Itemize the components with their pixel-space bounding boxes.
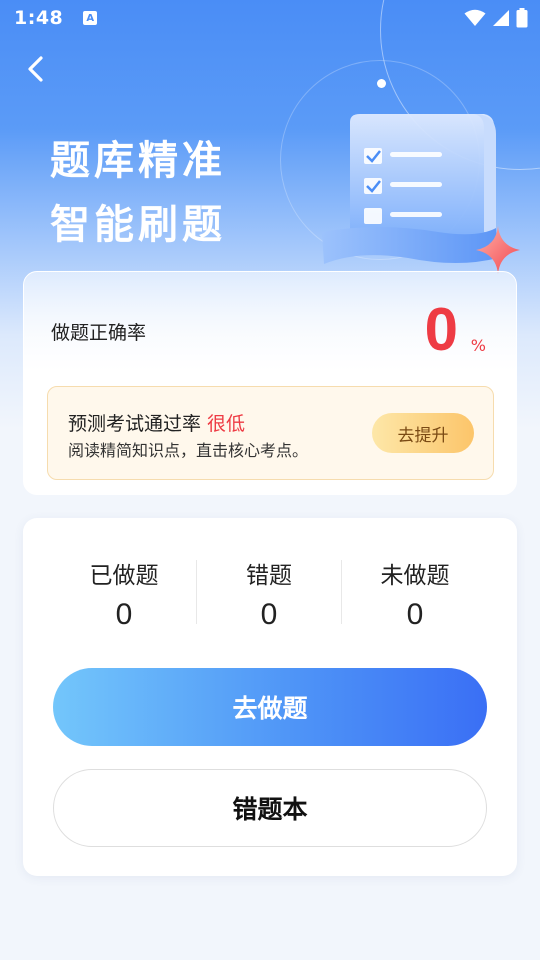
battery-icon: [516, 8, 528, 28]
status-icons: [464, 8, 528, 28]
stat-done: 已做题 0: [49, 556, 199, 632]
practice-stats-card: 已做题 0 错题 0 未做题 0 去做题 错题本: [23, 518, 517, 876]
start-practice-button[interactable]: 去做题: [53, 668, 487, 746]
improve-button[interactable]: 去提升: [372, 413, 474, 453]
status-bar: 1:48 A: [0, 0, 540, 36]
stat-value: 0: [115, 598, 133, 631]
notification-icon: A: [83, 11, 98, 25]
stat-value: 0: [406, 598, 424, 631]
prediction-level: 很低: [207, 413, 246, 435]
accuracy-label: 做题正确率: [51, 322, 147, 344]
pass-rate-prediction: 预测考试通过率 很低 阅读精简知识点，直击核心考点。 去提升: [47, 386, 494, 480]
decor-dot: [377, 79, 386, 88]
wrong-questions-button[interactable]: 错题本: [53, 769, 487, 847]
prediction-line: 预测考试通过率 很低: [68, 409, 245, 436]
back-button[interactable]: [22, 52, 52, 86]
back-arrow-icon: [28, 56, 43, 82]
headline-line-2: 智能刷题: [50, 202, 226, 248]
stat-undone: 未做题 0: [340, 556, 490, 632]
stat-wrong: 错题 0: [194, 556, 344, 632]
status-time: 1:48: [14, 7, 64, 29]
stat-label: 已做题: [89, 563, 159, 589]
stat-label: 未做题: [380, 563, 450, 589]
accuracy-card: 做题正确率 0 % 预测考试通过率 很低 阅读精简知识点，直击核心考点。 去提升: [23, 271, 517, 495]
accuracy-unit: %: [470, 336, 486, 355]
stat-label: 错题: [246, 563, 292, 589]
prediction-subtitle: 阅读精简知识点，直击核心考点。: [68, 441, 309, 460]
headline-line-1: 题库精准: [50, 138, 226, 184]
stat-value: 0: [260, 598, 278, 631]
signal-icon: [493, 10, 509, 26]
prediction-label: 预测考试通过率: [68, 413, 202, 435]
checklist-scroll-icon: [322, 114, 520, 274]
accuracy-value: 0: [424, 296, 458, 363]
wifi-icon: [464, 9, 486, 26]
